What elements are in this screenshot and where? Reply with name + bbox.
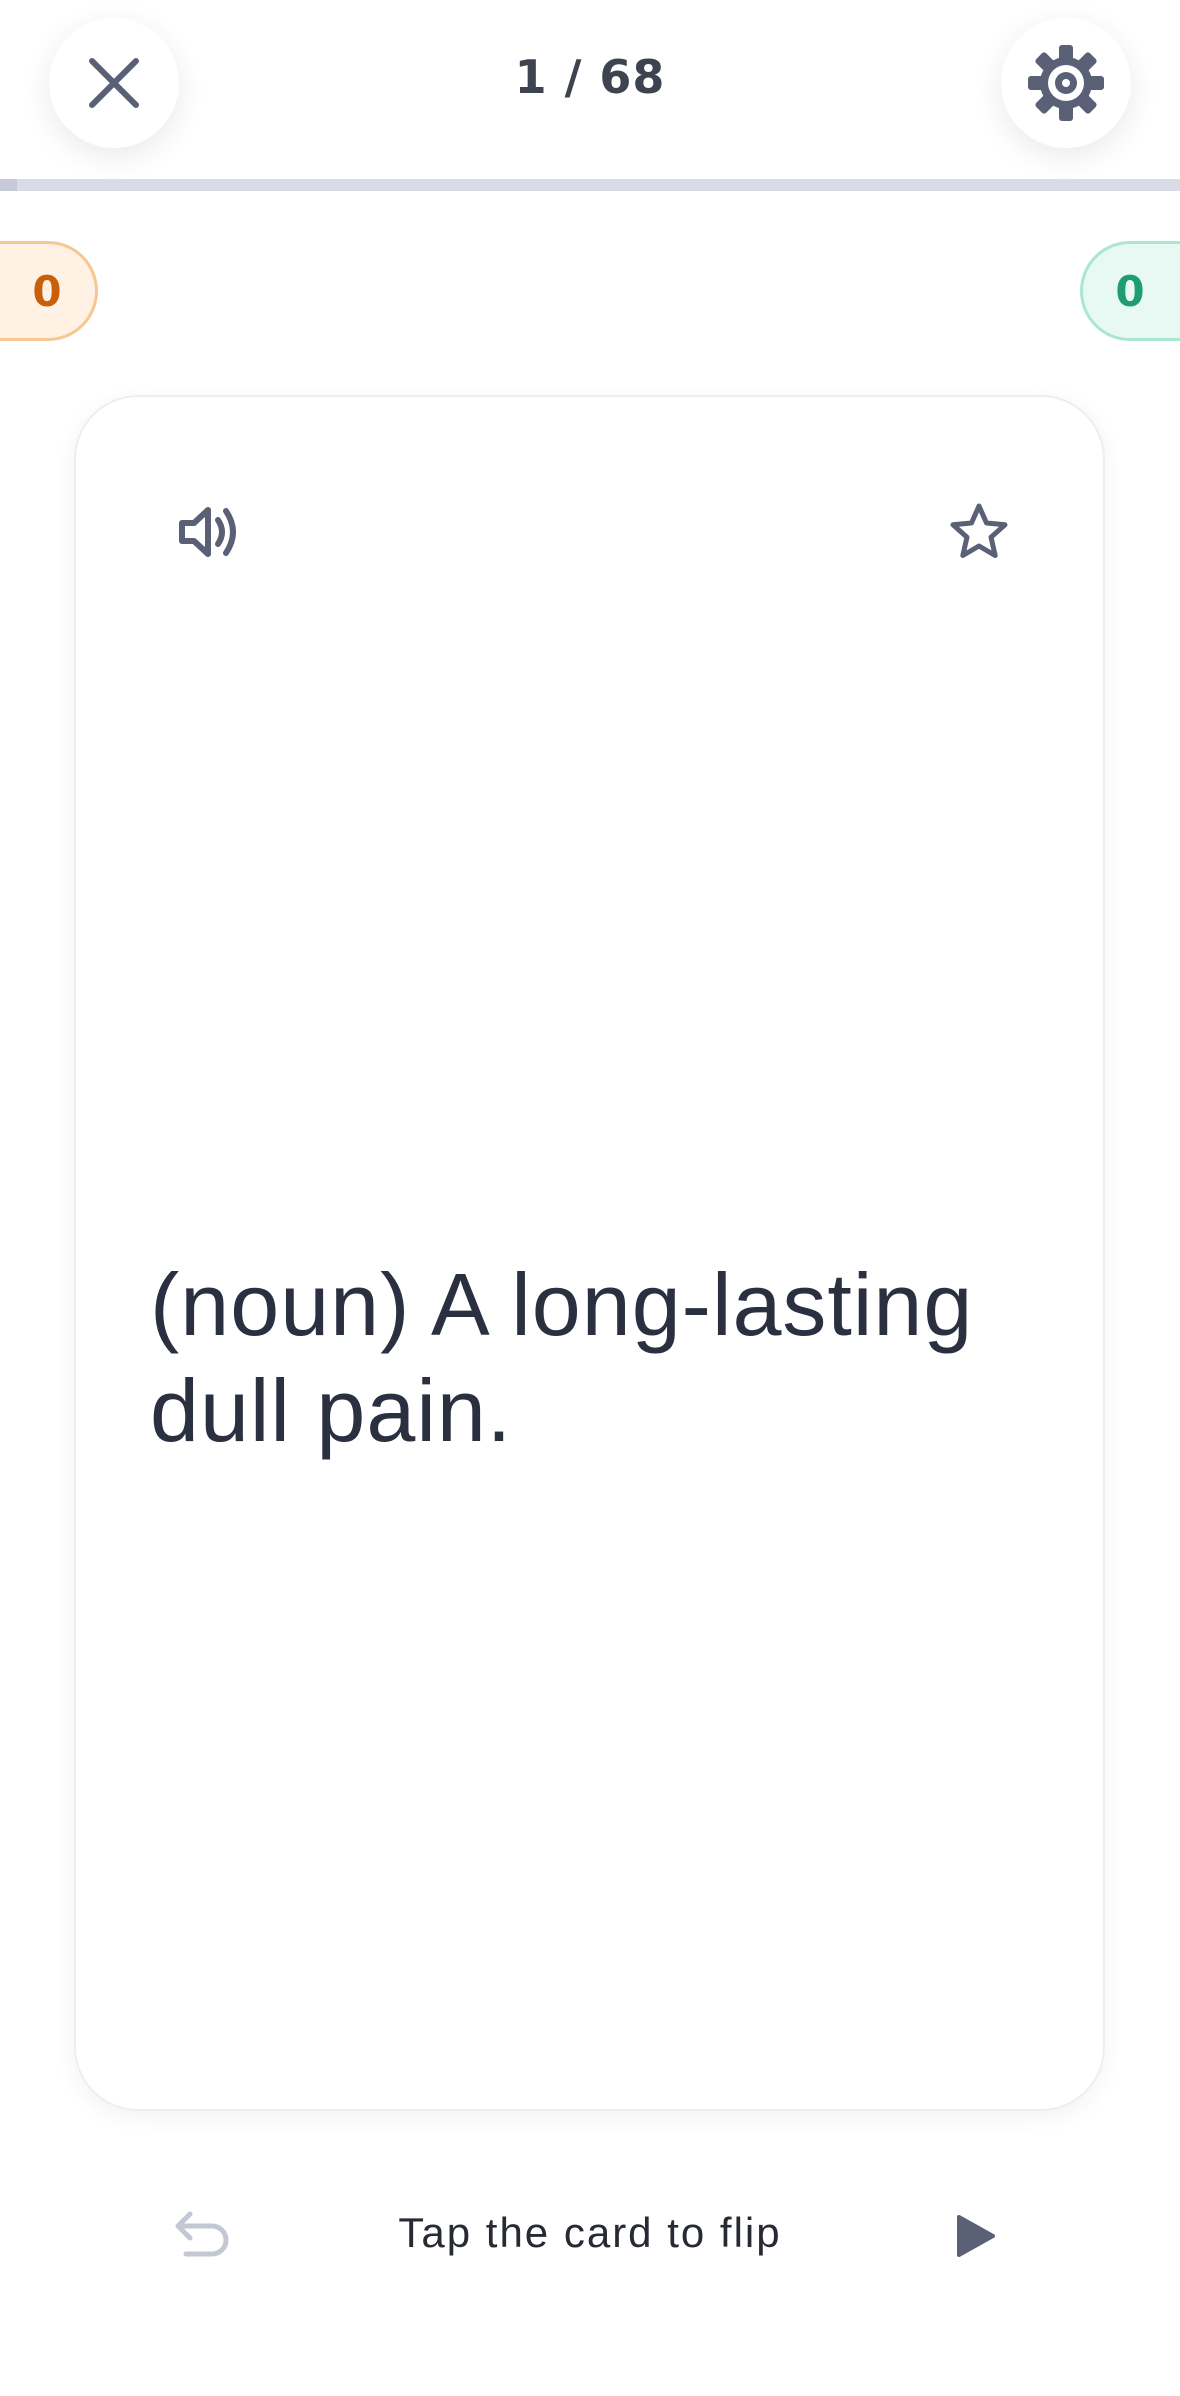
progress-bar xyxy=(0,179,1180,191)
settings-button[interactable] xyxy=(1001,18,1131,148)
known-count: 0 xyxy=(1080,241,1180,341)
star-icon xyxy=(950,503,1008,558)
play-button[interactable] xyxy=(935,2196,1015,2276)
play-icon xyxy=(957,2215,995,2257)
still-learning-count: 0 xyxy=(0,241,98,341)
progress-fill xyxy=(0,179,18,191)
star-button[interactable] xyxy=(934,487,1024,577)
flashcard[interactable]: (noun) A long-lasting dull pain. xyxy=(74,395,1105,2111)
header: 1 / 68 xyxy=(0,0,1180,180)
card-definition-text: (noun) A long-lasting dull pain. xyxy=(150,1255,974,1460)
speaker-icon xyxy=(179,507,236,557)
gear-icon xyxy=(1028,45,1104,121)
flashcards-screen: 1 / 68 0 0 (noun) A long-lasting dull pa… xyxy=(0,0,1180,2396)
audio-button[interactable] xyxy=(164,487,254,577)
